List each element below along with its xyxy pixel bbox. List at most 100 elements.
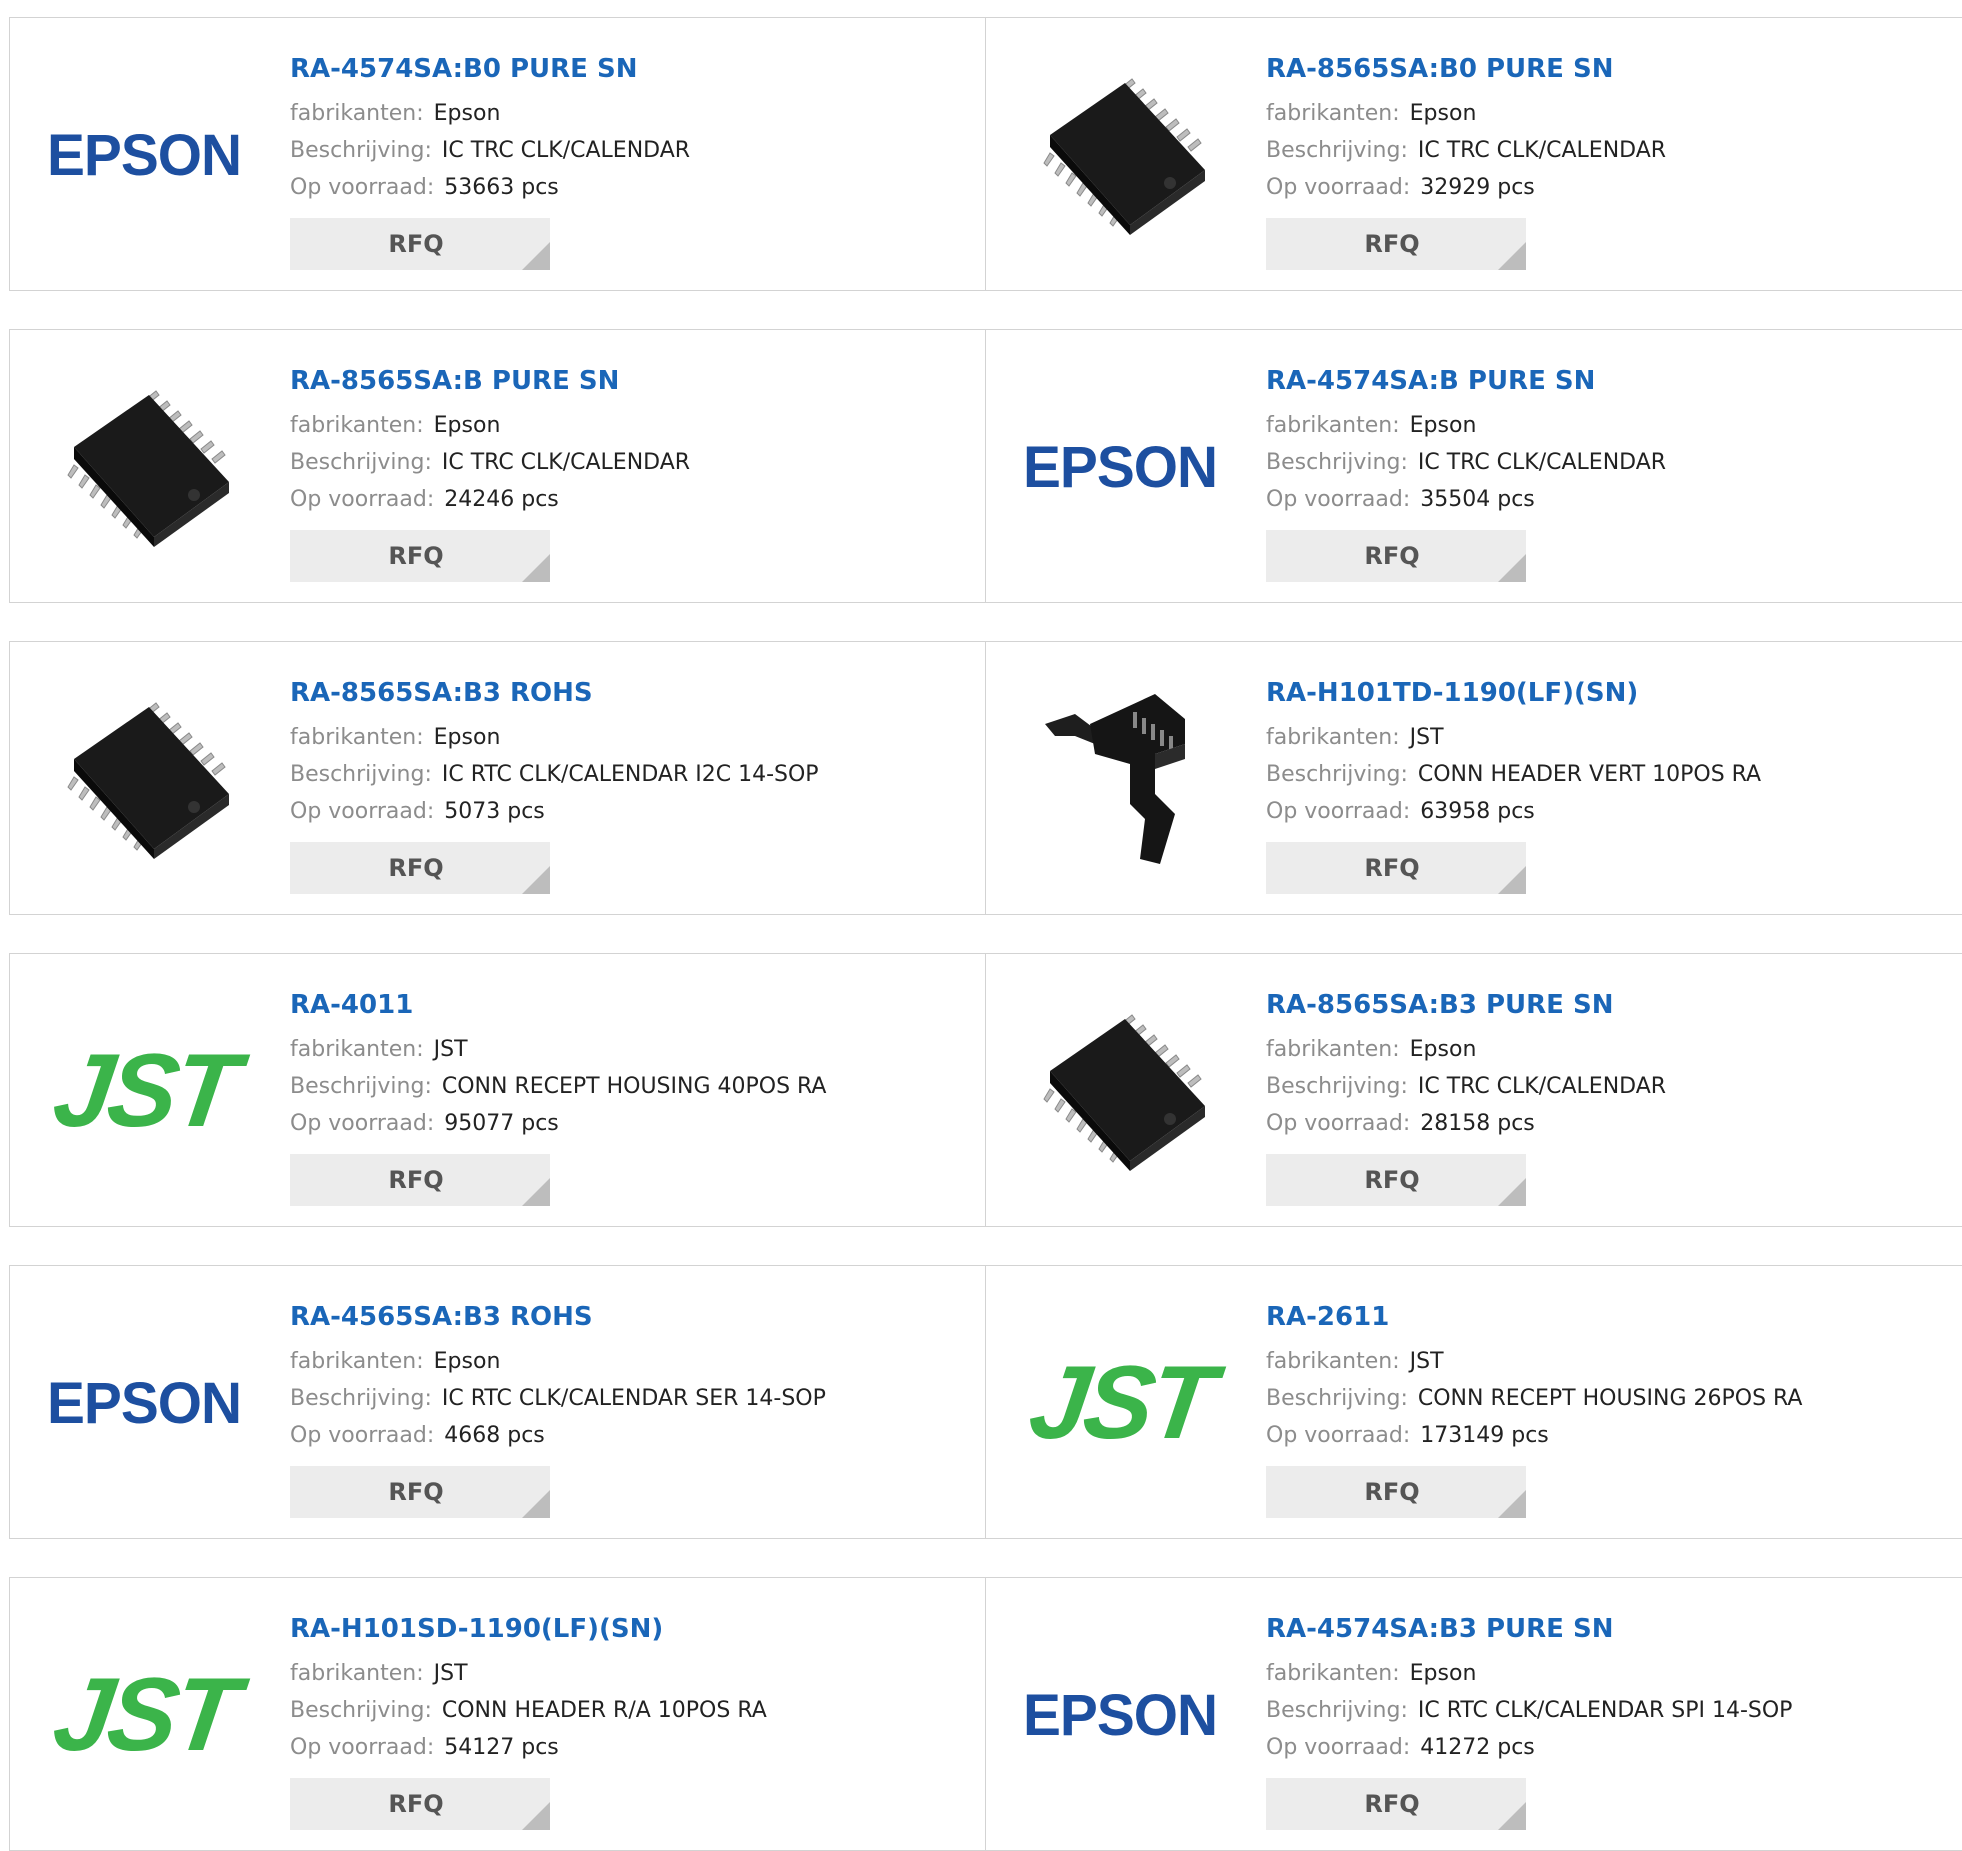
product-row: EPSON RA-4565SA:B3 ROHS fabrikanten: Epso… — [9, 1265, 1962, 1539]
manufacturer-line: fabrikanten: Epson — [1266, 407, 1666, 444]
manufacturer-value: Epson — [1409, 1661, 1477, 1686]
product-image[interactable]: EPSON — [1020, 1620, 1220, 1810]
part-number-link[interactable]: RA-4011 — [290, 985, 826, 1025]
rfq-button[interactable]: RFQ — [1266, 1154, 1526, 1206]
rfq-label: RFQ — [1364, 854, 1420, 882]
stock-value: 4668 pcs — [444, 1423, 545, 1448]
part-number-link[interactable]: RA-8565SA:B0 PURE SN — [1266, 49, 1666, 89]
rfq-label: RFQ — [1364, 542, 1420, 570]
product-card: JST RA-2611 fabrikanten: JST Beschrijving… — [986, 1266, 1962, 1538]
stock-line: Op voorraad: 95077 pcs — [290, 1105, 826, 1142]
rfq-corner-decoration — [1498, 1178, 1526, 1206]
manufacturer-line: fabrikanten: JST — [290, 1655, 767, 1692]
description-line: Beschrijving: CONN HEADER VERT 10POS RA — [1266, 756, 1761, 793]
manufacturer-value: JST — [433, 1661, 468, 1686]
stock-value: 173149 pcs — [1420, 1423, 1549, 1448]
product-image[interactable] — [1020, 60, 1220, 250]
rfq-button[interactable]: RFQ — [1266, 218, 1526, 270]
sop-chip-icon — [67, 390, 229, 547]
product-image[interactable]: JST — [44, 1620, 244, 1810]
manufacturer-label: fabrikanten: — [1266, 1349, 1400, 1374]
product-image[interactable] — [44, 684, 244, 874]
manufacturer-label: fabrikanten: — [290, 101, 424, 126]
product-image[interactable]: EPSON — [44, 60, 244, 250]
product-image[interactable]: EPSON — [1020, 372, 1220, 562]
rfq-corner-decoration — [1498, 242, 1526, 270]
rfq-button[interactable]: RFQ — [290, 1778, 550, 1830]
part-number-link[interactable]: RA-4574SA:B3 PURE SN — [1266, 1609, 1792, 1649]
rfq-button[interactable]: RFQ — [290, 530, 550, 582]
part-number-link[interactable]: RA-8565SA:B3 PURE SN — [1266, 985, 1666, 1025]
stock-label: Op voorraad: — [290, 1735, 435, 1760]
epson-logo: EPSON — [1022, 1682, 1218, 1748]
product-info: RA-4011 fabrikanten: JST Beschrijving: CON… — [290, 985, 826, 1142]
product-image[interactable] — [1020, 996, 1220, 1186]
product-info: RA-8565SA:B3 ROHS fabrikanten: Epson Besc… — [290, 673, 819, 830]
epson-logo: EPSON — [46, 1370, 242, 1436]
product-image[interactable]: JST — [1020, 1308, 1220, 1498]
stock-label: Op voorraad: — [1266, 175, 1411, 200]
manufacturer-line: fabrikanten: Epson — [290, 407, 690, 444]
rfq-label: RFQ — [1364, 1478, 1420, 1506]
jst-logo: JST — [46, 1032, 242, 1149]
part-number-link[interactable]: RA-4574SA:B PURE SN — [1266, 361, 1666, 401]
product-image[interactable] — [1020, 684, 1220, 874]
stock-label: Op voorraad: — [1266, 799, 1411, 824]
part-number-link[interactable]: RA-H101TD-1190(LF)(SN) — [1266, 673, 1761, 713]
description-label: Beschrijving: — [1266, 450, 1408, 475]
description-value: CONN HEADER VERT 10POS RA — [1417, 762, 1762, 787]
description-label: Beschrijving: — [290, 1386, 432, 1411]
sop-chip-icon — [67, 702, 229, 859]
product-row: JST RA-4011 fabrikanten: JST Beschrijving… — [9, 953, 1962, 1227]
product-card: JST RA-4011 fabrikanten: JST Beschrijving… — [10, 954, 986, 1226]
sop-chip-icon — [1043, 1014, 1205, 1171]
product-card: RA-8565SA:B PURE SN fabrikanten: Epson Be… — [10, 330, 986, 602]
part-number-link[interactable]: RA-4574SA:B0 PURE SN — [290, 49, 690, 89]
rfq-label: RFQ — [1364, 1166, 1420, 1194]
header-connector-icon — [1045, 694, 1185, 864]
manufacturer-label: fabrikanten: — [290, 1349, 424, 1374]
manufacturer-label: fabrikanten: — [290, 1037, 424, 1062]
rfq-button[interactable]: RFQ — [290, 1466, 550, 1518]
manufacturer-value: Epson — [433, 1349, 501, 1374]
product-image[interactable] — [44, 372, 244, 562]
rfq-button[interactable]: RFQ — [1266, 1466, 1526, 1518]
epson-logo: EPSON — [1022, 434, 1218, 500]
rfq-button[interactable]: RFQ — [1266, 1778, 1526, 1830]
manufacturer-label: fabrikanten: — [1266, 1661, 1400, 1686]
stock-value: 53663 pcs — [444, 175, 559, 200]
part-number-link[interactable]: RA-H101SD-1190(LF)(SN) — [290, 1609, 767, 1649]
rfq-button[interactable]: RFQ — [290, 842, 550, 894]
rfq-corner-decoration — [522, 242, 550, 270]
manufacturer-line: fabrikanten: JST — [1266, 1343, 1802, 1380]
part-number-link[interactable]: RA-2611 — [1266, 1297, 1802, 1337]
product-info: RA-2611 fabrikanten: JST Beschrijving: CON… — [1266, 1297, 1802, 1454]
product-card: RA-8565SA:B3 PURE SN fabrikanten: Epson B… — [986, 954, 1962, 1226]
description-label: Beschrijving: — [290, 1698, 432, 1723]
rfq-label: RFQ — [1364, 230, 1420, 258]
rfq-button[interactable]: RFQ — [290, 1154, 550, 1206]
stock-label: Op voorraad: — [1266, 1423, 1411, 1448]
rfq-corner-decoration — [522, 1178, 550, 1206]
part-number-link[interactable]: RA-4565SA:B3 ROHS — [290, 1297, 826, 1337]
rfq-button[interactable]: RFQ — [1266, 530, 1526, 582]
product-image[interactable]: EPSON — [44, 1308, 244, 1498]
part-number-link[interactable]: RA-8565SA:B PURE SN — [290, 361, 690, 401]
rfq-button[interactable]: RFQ — [1266, 842, 1526, 894]
product-card: RA-8565SA:B3 ROHS fabrikanten: Epson Besc… — [10, 642, 986, 914]
manufacturer-line: fabrikanten: Epson — [290, 1343, 826, 1380]
product-card: EPSON RA-4574SA:B3 PURE SN fabrikanten: E… — [986, 1578, 1962, 1850]
description-line: Beschrijving: IC TRC CLK/CALENDAR — [290, 444, 690, 481]
part-number-link[interactable]: RA-8565SA:B3 ROHS — [290, 673, 819, 713]
rfq-corner-decoration — [522, 866, 550, 894]
product-info: RA-8565SA:B3 PURE SN fabrikanten: Epson B… — [1266, 985, 1666, 1142]
rfq-button[interactable]: RFQ — [290, 218, 550, 270]
product-card: JST RA-H101SD-1190(LF)(SN) fabrikanten: J… — [10, 1578, 986, 1850]
stock-line: Op voorraad: 4668 pcs — [290, 1417, 826, 1454]
stock-value: 54127 pcs — [444, 1735, 559, 1760]
description-value: CONN RECEPT HOUSING 40POS RA — [441, 1074, 827, 1099]
description-label: Beschrijving: — [1266, 1386, 1408, 1411]
stock-line: Op voorraad: 35504 pcs — [1266, 481, 1666, 518]
product-image[interactable]: JST — [44, 996, 244, 1186]
manufacturer-line: fabrikanten: Epson — [1266, 1655, 1792, 1692]
